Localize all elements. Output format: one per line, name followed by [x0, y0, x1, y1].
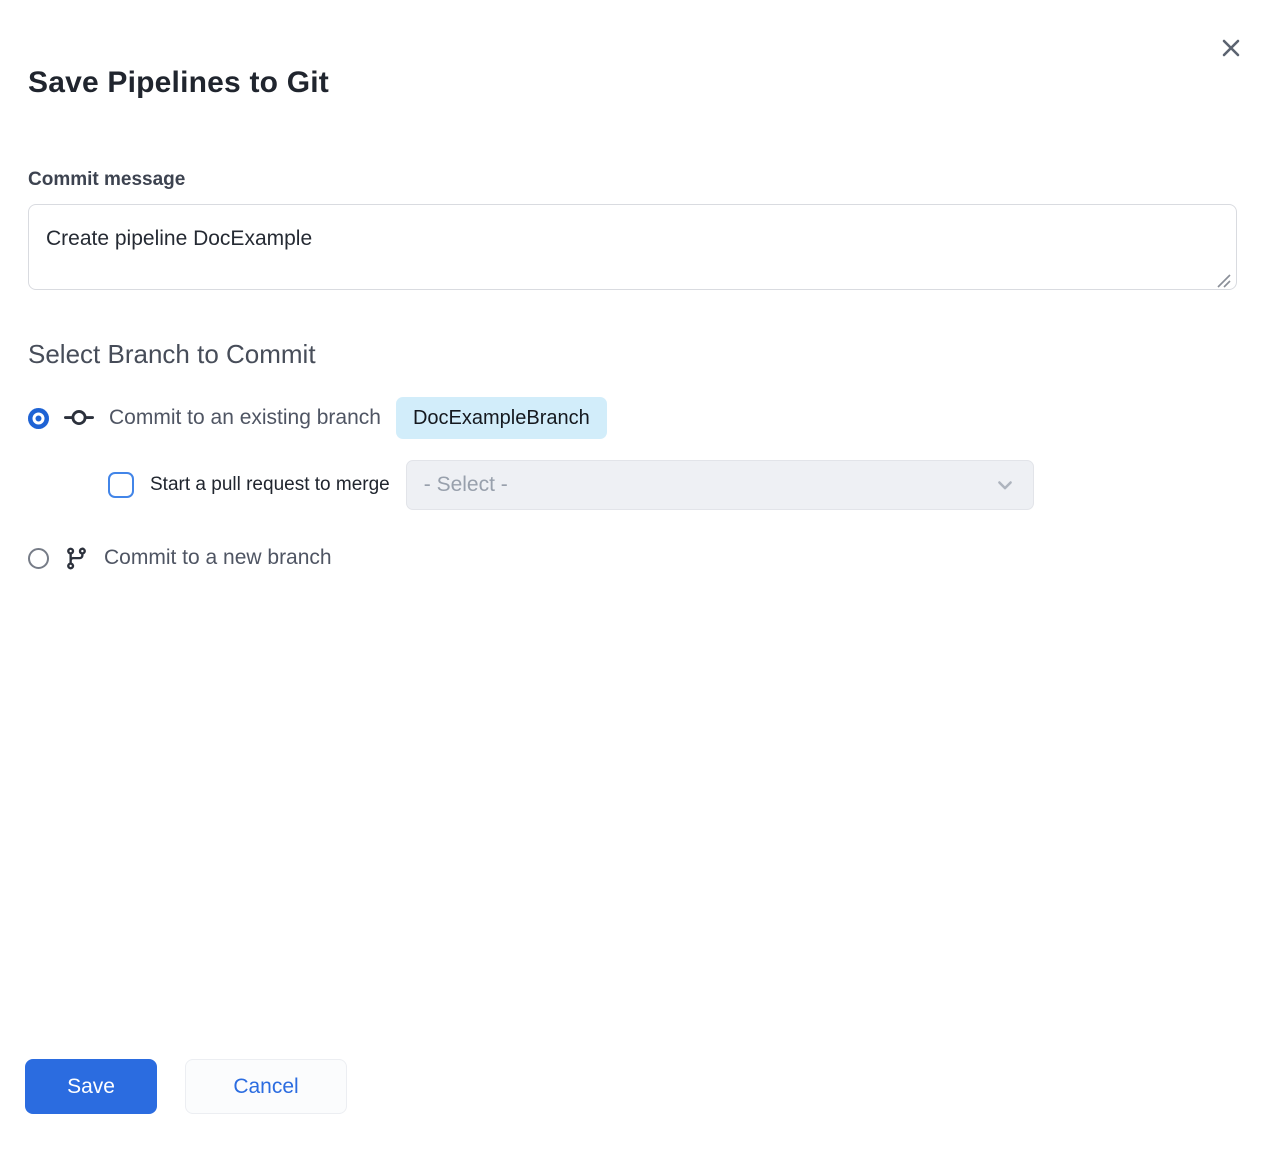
cancel-button[interactable]: Cancel — [185, 1059, 347, 1114]
radio-existing-branch[interactable] — [28, 408, 49, 429]
new-branch-label: Commit to a new branch — [104, 545, 332, 571]
chevron-down-icon — [995, 475, 1015, 495]
commit-message-field: Create pipeline DocExample — [28, 204, 1237, 295]
dialog-title: Save Pipelines to Git — [28, 0, 1237, 100]
pull-request-label: Start a pull request to merge — [150, 474, 390, 496]
target-branch-select[interactable]: - Select - — [406, 460, 1034, 510]
save-button[interactable]: Save — [25, 1059, 157, 1114]
pull-request-row: Start a pull request to merge - Select - — [108, 460, 1237, 510]
save-pipelines-dialog: Save Pipelines to Git Commit message Cre… — [0, 0, 1265, 1152]
git-commit-icon — [64, 403, 94, 433]
commit-message-label: Commit message — [28, 169, 1237, 191]
commit-message-input[interactable]: Create pipeline DocExample — [28, 204, 1237, 290]
branch-section-heading: Select Branch to Commit — [28, 338, 1237, 370]
radio-new-branch[interactable] — [28, 548, 49, 569]
pull-request-checkbox[interactable] — [108, 472, 134, 498]
existing-branch-label: Commit to an existing branch — [109, 405, 381, 431]
branch-badge: DocExampleBranch — [396, 397, 607, 439]
close-button[interactable] — [1217, 34, 1245, 62]
new-branch-option[interactable]: Commit to a new branch — [28, 544, 1237, 572]
existing-branch-option[interactable]: Commit to an existing branch DocExampleB… — [28, 397, 1237, 439]
select-placeholder: - Select - — [424, 473, 508, 497]
close-icon — [1220, 37, 1242, 59]
dialog-footer: Save Cancel — [25, 1059, 347, 1114]
git-branch-icon — [64, 546, 89, 571]
